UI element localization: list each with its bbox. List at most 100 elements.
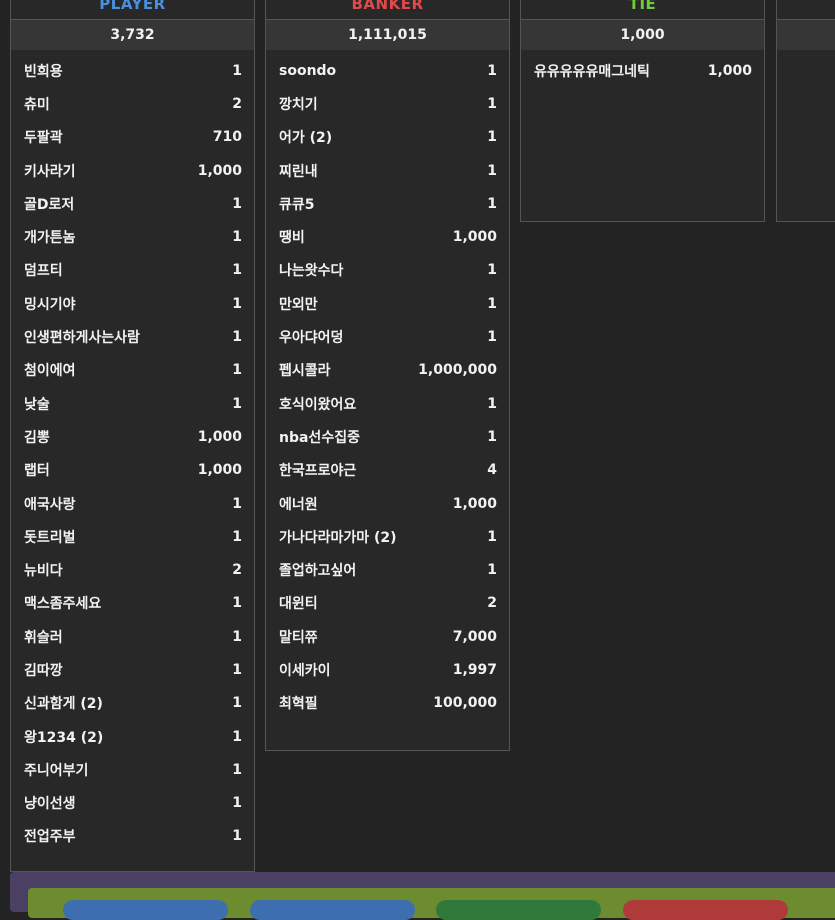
bet-row: 이세카이 1,997 <box>266 653 509 686</box>
bettor-name: 냥이선생 <box>24 796 76 813</box>
bet-row: 김따깡 1 <box>11 653 254 686</box>
bet-amount: 1 <box>232 828 242 845</box>
tie-total: 1,000 <box>521 20 764 50</box>
bet-row: 골D로저 1 <box>11 187 254 220</box>
bet-amount: 100,000 <box>433 695 497 712</box>
bettor-name: 왕1234 (2) <box>24 729 104 746</box>
bet-row: 밍시기야 1 <box>11 287 254 320</box>
bettor-name: 뉴비다 <box>24 563 63 580</box>
bet-row: 만외만 1 <box>266 287 509 320</box>
bet-amount: 1 <box>487 295 497 312</box>
bet-row: 최혁필 100,000 <box>266 687 509 720</box>
bet-button-4[interactable] <box>623 900 788 920</box>
bet-row: 애국사랑 1 <box>11 487 254 520</box>
bet-amount: 1,000 <box>197 162 242 179</box>
bet-amount: 1 <box>232 528 242 545</box>
bet-row: 찌린내 1 <box>266 154 509 187</box>
bet-amount: 1 <box>232 229 242 246</box>
bottom-betting-bar <box>10 872 835 920</box>
bet-amount: 1 <box>232 62 242 79</box>
bet-row: 덤프티 1 <box>11 254 254 287</box>
bet-amount: 1,000,000 <box>418 362 497 379</box>
bettor-name: 깡치기 <box>279 96 318 113</box>
bet-row: 가나다라마가마 (2) 1 <box>266 520 509 553</box>
extra-total <box>777 20 835 50</box>
bet-row: 냥이선생 1 <box>11 787 254 820</box>
bettor-name: 땡비 <box>279 230 305 247</box>
bet-amount: 1 <box>232 495 242 512</box>
bet-amount: 1 <box>487 95 497 112</box>
bet-amount: 1 <box>232 795 242 812</box>
bet-row: 빈희용 1 <box>11 54 254 87</box>
bettor-name: soondo <box>279 62 337 79</box>
bettor-name: 두팔곽 <box>24 130 63 147</box>
bet-row: 한국프로야근 4 <box>266 454 509 487</box>
bet-row: 츄미 2 <box>11 87 254 120</box>
bet-row: 깡치기 1 <box>266 87 509 120</box>
bet-row: 낮술 1 <box>11 387 254 420</box>
bet-amount: 1 <box>487 329 497 346</box>
bet-row: soondo 1 <box>266 54 509 87</box>
bet-button-2[interactable] <box>250 900 415 920</box>
bettor-name: 어가 (2) <box>279 130 333 147</box>
player-total: 3,732 <box>11 20 254 50</box>
bet-amount: 1 <box>232 728 242 745</box>
bet-amount: 1 <box>232 628 242 645</box>
extra-panel-title <box>777 0 835 20</box>
bet-row: 두팔곽 710 <box>11 121 254 154</box>
bet-row: 호식이왔어요 1 <box>266 387 509 420</box>
bettor-name: 애국사랑 <box>24 496 76 513</box>
bet-row: 돗트리벌 1 <box>11 520 254 553</box>
bet-row: 펩시콜라 1,000,000 <box>266 354 509 387</box>
bet-row: 인생편하게사는사람 1 <box>11 320 254 353</box>
bettor-name: 유유유유유매그네틱 <box>534 63 650 80</box>
bet-amount: 1 <box>487 528 497 545</box>
bettor-name: 대윈티 <box>279 596 318 613</box>
bet-amount: 1 <box>232 661 242 678</box>
bettor-name: 첨이에여 <box>24 363 76 380</box>
bettor-name: 만외만 <box>279 296 318 313</box>
player-panel-title: PLAYER <box>11 0 254 20</box>
bet-row: 키사라기 1,000 <box>11 154 254 187</box>
bet-row: 우아댜어덩 1 <box>266 320 509 353</box>
bettor-name: 츄미 <box>24 96 50 113</box>
bettor-name: 키사라기 <box>24 163 76 180</box>
bet-amount: 1 <box>232 695 242 712</box>
bet-amount: 1,000 <box>452 229 497 246</box>
bet-amount: 1 <box>232 761 242 778</box>
bet-amount: 1 <box>487 395 497 412</box>
bet-amount: 1 <box>487 62 497 79</box>
bet-row: 개가튼놈 1 <box>11 220 254 253</box>
bettor-name: 랩터 <box>24 463 50 480</box>
tie-panel: TIE 1,000 유유유유유매그네틱 1,000 <box>520 0 765 222</box>
bet-amount: 1 <box>487 129 497 146</box>
tie-bet-list: 유유유유유매그네틱 1,000 <box>521 50 764 87</box>
bet-row: 휘슬러 1 <box>11 620 254 653</box>
bettor-name: 졸업하고싶어 <box>279 563 357 580</box>
bet-amount: 2 <box>487 595 497 612</box>
player-bet-list: 빈희용 1 츄미 2 두팔곽 710 키사라기 1,000 골D로저 1 개가튼놈 1 덤프티 1 밍시기야… <box>11 50 254 853</box>
bet-amount: 1 <box>232 395 242 412</box>
bettor-name: 개가튼놈 <box>24 230 76 247</box>
bet-row: 땡비 1,000 <box>266 220 509 253</box>
bet-button-3[interactable] <box>436 900 601 920</box>
bet-amount: 1 <box>232 362 242 379</box>
bettor-name: 가나다라마가마 (2) <box>279 529 397 546</box>
bet-row: 말티쮸 7,000 <box>266 620 509 653</box>
banker-panel: BANKER 1,111,015 soondo 1 깡치기 1 어가 (2) 1 찌린내 1 큐… <box>265 0 510 751</box>
bet-amount: 1 <box>487 262 497 279</box>
bet-row: nba선수집중 1 <box>266 420 509 453</box>
bet-row: 주니어부기 1 <box>11 753 254 786</box>
bet-amount: 7,000 <box>452 628 497 645</box>
bettor-name: 에너원 <box>279 496 318 513</box>
bet-amount: 1,000 <box>452 495 497 512</box>
bettor-name: 돗트리벌 <box>24 529 76 546</box>
bettor-name: 찌린내 <box>279 163 318 180</box>
bet-row: 신과함게 (2) 1 <box>11 687 254 720</box>
banker-total: 1,111,015 <box>266 20 509 50</box>
bet-row: 뉴비다 2 <box>11 553 254 586</box>
player-panel: PLAYER 3,732 빈희용 1 츄미 2 두팔곽 710 키사라기 1,000 골D로저 1… <box>10 0 255 872</box>
bet-row: 왕1234 (2) 1 <box>11 720 254 753</box>
bet-button-1[interactable] <box>63 900 228 920</box>
bet-amount: 1,997 <box>452 661 497 678</box>
